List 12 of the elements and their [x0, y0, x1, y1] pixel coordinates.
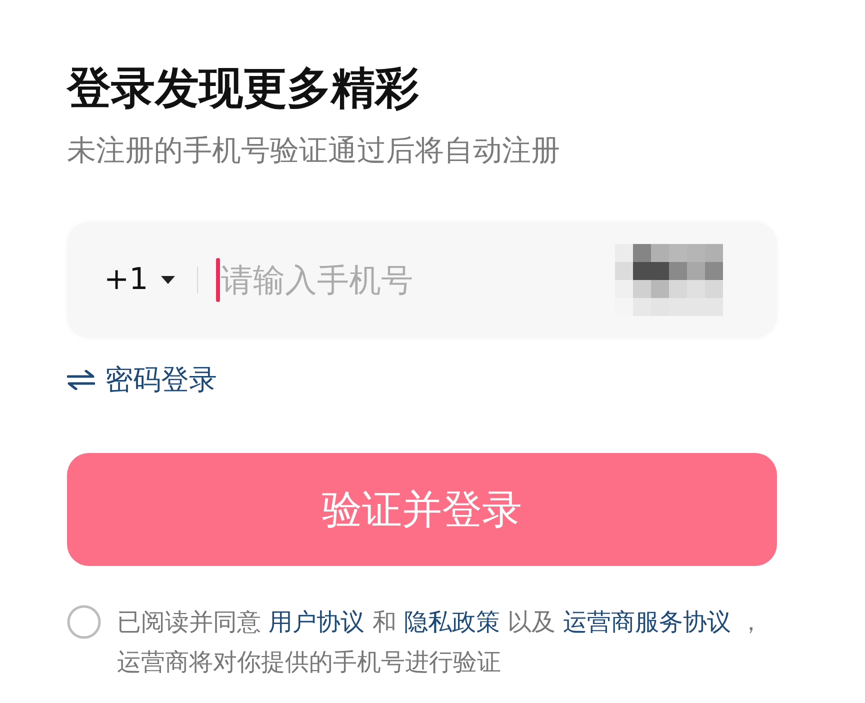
caret-icon — [161, 276, 176, 284]
subtitle-text: 未注册的手机号验证通过后将自动注册 — [67, 132, 560, 169]
password-login-link[interactable]: 密码登录 — [67, 360, 217, 400]
phone-input-field[interactable]: 请输入手机号 — [220, 258, 603, 302]
agreement-text: 已阅读并同意 用户协议 和 隐私政策 以及 运营商服务协议 ，运营商将对你提供的手机号进行验证 — [117, 607, 764, 678]
agreement-link[interactable]: 运营商服务协议 — [563, 608, 732, 636]
country-code-selector[interactable]: +1 — [104, 260, 176, 300]
swap-icon — [67, 370, 95, 390]
agreement-checkbox[interactable] — [67, 605, 101, 639]
page-title: 登录发现更多精彩 — [67, 62, 419, 116]
agreement-link[interactable]: 用户协议 — [268, 608, 365, 636]
agreement-link[interactable]: 隐私政策 — [404, 608, 500, 636]
